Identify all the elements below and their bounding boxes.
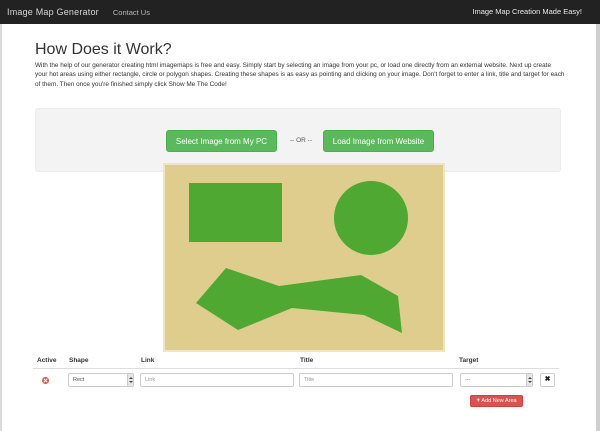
header-shape: Shape <box>69 357 89 364</box>
or-separator: -- OR -- <box>289 137 313 144</box>
header-link: Link <box>141 357 155 364</box>
load-image-from-website-button[interactable]: Load Image from Website <box>323 130 434 152</box>
plus-icon: + <box>476 397 481 404</box>
circle-hot-area[interactable] <box>334 181 408 255</box>
close-icon: ✖ <box>544 376 551 383</box>
canvas-image[interactable] <box>165 165 443 350</box>
page-scrollbar[interactable] <box>596 24 600 431</box>
link-input[interactable]: Link <box>140 373 294 387</box>
contact-us-link[interactable]: Contact Us <box>113 8 150 17</box>
add-new-area-label: Add New Area <box>481 398 517 404</box>
remove-circle-icon[interactable] <box>42 377 49 384</box>
page-title: How Does it Work? <box>35 41 172 58</box>
top-navbar: Image Map Generator Contact Us Image Map… <box>0 0 600 24</box>
title-input-placeholder: Title <box>304 377 315 383</box>
table-row: Rect Link Title --- ✖ <box>33 370 559 392</box>
add-new-area-button[interactable]: + Add New Area <box>470 395 523 407</box>
select-arrows-icon <box>127 374 133 386</box>
link-input-placeholder: Link <box>145 377 156 383</box>
target-select[interactable]: --- <box>460 373 533 387</box>
header-title: Title <box>300 357 314 364</box>
header-active: Active <box>37 357 57 364</box>
shape-select-value: Rect <box>73 377 85 383</box>
header-target: Target <box>459 357 479 364</box>
target-select-value: --- <box>465 377 471 383</box>
title-input[interactable]: Title <box>299 373 453 387</box>
select-image-from-pc-button[interactable]: Select Image from My PC <box>166 130 277 152</box>
intro-paragraph: With the help of our generator creating … <box>35 62 565 88</box>
tagline-link[interactable]: Image Map Creation Made Easy! <box>472 0 582 24</box>
image-map-canvas[interactable] <box>163 163 445 352</box>
rectangle-hot-area[interactable] <box>189 183 282 242</box>
areas-table-header: Active Shape Link Title Target <box>33 355 559 369</box>
shape-select[interactable]: Rect <box>68 373 134 387</box>
select-arrows-icon <box>526 374 532 386</box>
brand-logo-text[interactable]: Image Map Generator <box>7 7 99 17</box>
delete-row-button[interactable]: ✖ <box>540 373 555 387</box>
